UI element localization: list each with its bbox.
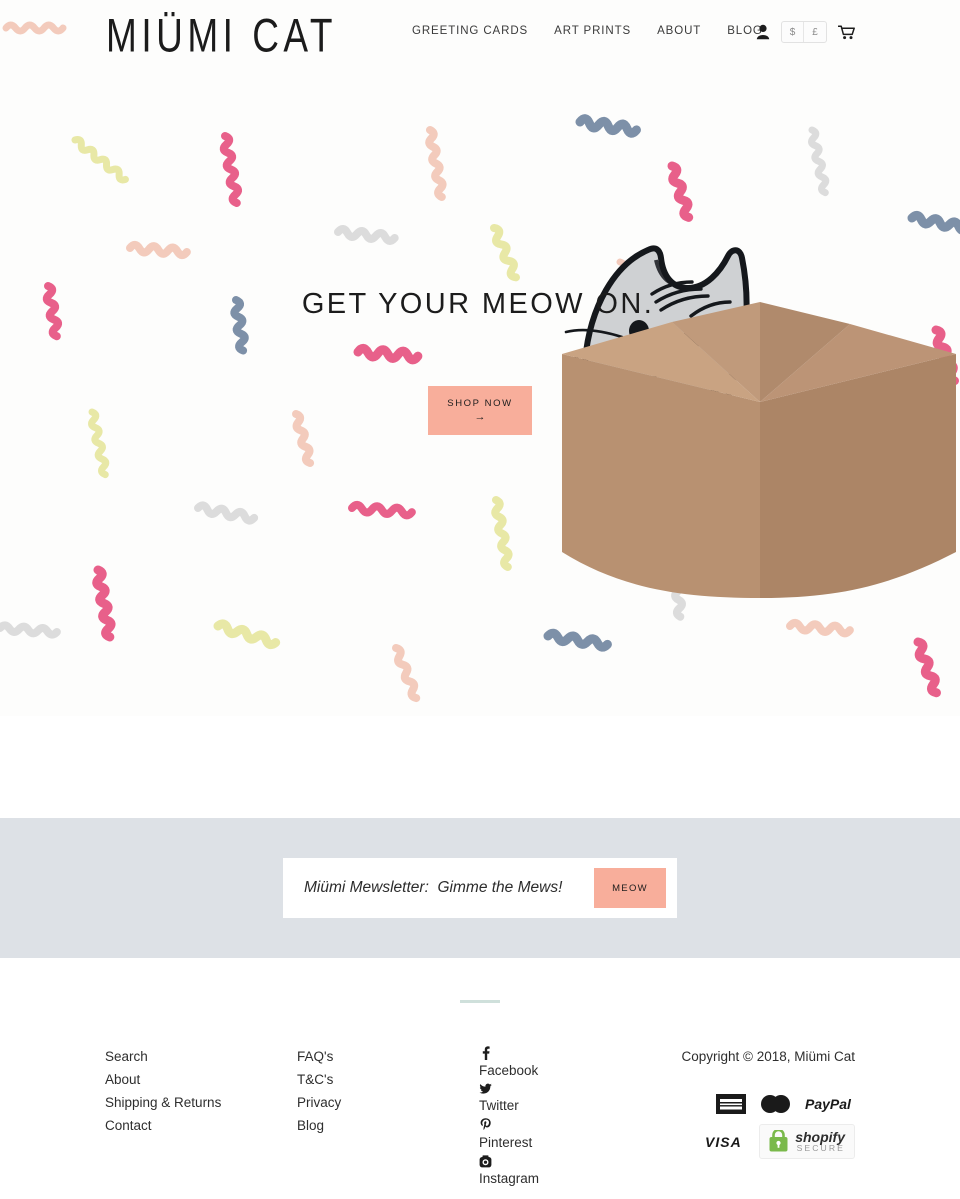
footer-link-tcs[interactable]: T&C's: [297, 1069, 479, 1092]
footer-link-about[interactable]: About: [105, 1069, 297, 1092]
currency-option-gbp[interactable]: £: [804, 22, 826, 42]
social-link-twitter[interactable]: Twitter: [479, 1083, 675, 1118]
footer-columns: Search About Shipping & Returns Contact …: [0, 1046, 960, 1191]
facebook-icon: [479, 1046, 492, 1060]
footer-link-search[interactable]: Search: [105, 1046, 297, 1069]
footer-links-secondary: FAQ's T&C's Privacy Blog: [297, 1046, 479, 1191]
shopping-cart-icon[interactable]: [838, 24, 855, 40]
svg-text:PayPal: PayPal: [805, 1096, 852, 1112]
site-logo[interactable]: MIÜMI CAT: [106, 12, 337, 59]
shopify-secure-badge: shopify SECURE: [759, 1123, 855, 1160]
paypal-icon: PayPal: [805, 1096, 852, 1112]
copyright-text: Copyright © 2018, Miümi Cat: [681, 1049, 855, 1064]
newsletter-submit-button[interactable]: MEOW: [594, 868, 666, 908]
shop-now-label: SHOP NOW: [447, 398, 513, 409]
footer-link-privacy[interactable]: Privacy: [297, 1092, 479, 1115]
arrow-right-icon: →: [474, 411, 486, 423]
newsletter-email-input[interactable]: [284, 868, 594, 908]
mastercard-icon: [761, 1094, 790, 1113]
page-root: MIÜMI CAT GREETING CARDS ART PRINTS ABOU…: [0, 0, 960, 1199]
hero-title: GET YOUR MEOW ON.: [301, 288, 655, 320]
user-icon[interactable]: [756, 24, 770, 40]
social-link-instagram[interactable]: Instagram: [479, 1155, 675, 1191]
social-label-instagram: Instagram: [479, 1171, 540, 1186]
newsletter-form: MEOW: [284, 859, 676, 917]
twitter-icon: [479, 1083, 492, 1095]
social-label-pinterest: Pinterest: [479, 1135, 533, 1150]
shop-now-button[interactable]: SHOP NOW →: [428, 386, 532, 435]
site-header: MIÜMI CAT GREETING CARDS ART PRINTS ABOU…: [0, 0, 960, 68]
social-link-pinterest[interactable]: Pinterest: [479, 1118, 675, 1155]
amex-icon: [716, 1093, 746, 1114]
main-navigation: GREETING CARDS ART PRINTS ABOUT BLOG: [412, 25, 763, 37]
footer-legal-and-payments: Copyright © 2018, Miümi Cat PayPal VISA …: [675, 1046, 855, 1191]
shopify-secure-sub: SECURE: [796, 1143, 845, 1154]
newsletter-section: MEOW: [0, 818, 960, 958]
payment-icons-row-2: VISA shopify SECURE: [675, 1123, 855, 1160]
nav-item-art-prints[interactable]: ART PRINTS: [554, 25, 631, 37]
social-link-facebook[interactable]: Facebook: [479, 1046, 675, 1083]
nav-item-about[interactable]: ABOUT: [657, 25, 701, 37]
social-label-facebook: Facebook: [479, 1063, 539, 1078]
footer-links-primary: Search About Shipping & Returns Contact: [105, 1046, 297, 1191]
footer-social-links: Facebook Twitter Pinterest Instagram: [479, 1046, 675, 1191]
payment-icons-row-1: PayPal: [675, 1093, 855, 1114]
nav-item-greeting-cards[interactable]: GREETING CARDS: [412, 25, 528, 37]
lock-icon: [769, 1130, 788, 1152]
shopify-secure-brand: shopify: [795, 1128, 845, 1145]
svg-text:VISA: VISA: [705, 1134, 742, 1149]
instagram-icon: [479, 1155, 492, 1168]
footer-link-blog[interactable]: Blog: [297, 1115, 479, 1138]
currency-option-usd[interactable]: $: [782, 22, 804, 42]
footer-link-shipping-returns[interactable]: Shipping & Returns: [105, 1092, 297, 1115]
footer-link-contact[interactable]: Contact: [105, 1115, 297, 1138]
visa-icon: VISA: [705, 1134, 742, 1149]
footer-divider: [460, 1000, 500, 1003]
pinterest-icon: [479, 1118, 492, 1132]
hero-section: MIÜMI CAT GREETING CARDS ART PRINTS ABOU…: [0, 0, 960, 716]
currency-switcher[interactable]: $ £: [781, 21, 827, 43]
footer-link-faqs[interactable]: FAQ's: [297, 1046, 479, 1069]
social-label-twitter: Twitter: [479, 1098, 519, 1113]
site-footer: Search About Shipping & Returns Contact …: [0, 958, 960, 1199]
header-actions: $ £: [756, 21, 855, 43]
